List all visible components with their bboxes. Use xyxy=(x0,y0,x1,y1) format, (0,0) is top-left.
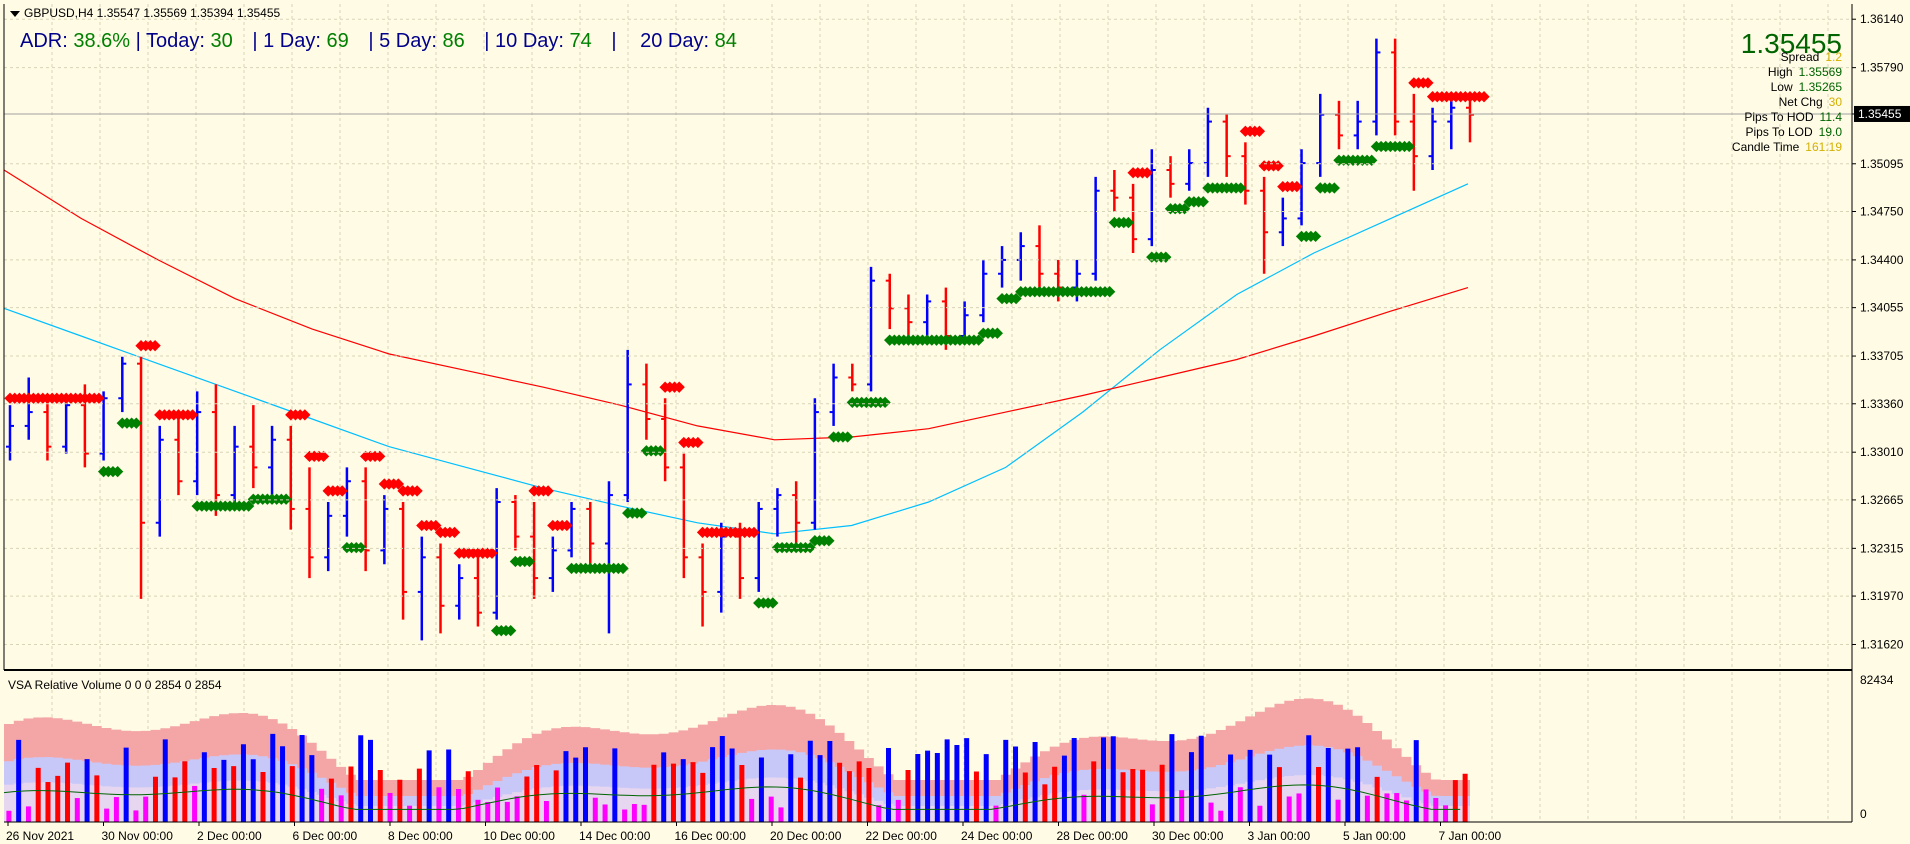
time-tick-label: 5 Jan 00:00 xyxy=(1343,829,1406,843)
price-tick-label: 1.32315 xyxy=(1860,541,1904,555)
d5-value: 86 xyxy=(442,30,465,52)
price-tick-label: 1.35790 xyxy=(1860,61,1904,75)
info-value: 11.4 xyxy=(1819,110,1842,124)
today-value: 30 xyxy=(210,30,233,52)
current-price-label: 1.35455 xyxy=(1858,107,1902,121)
symbol-text: GBPUSD,H4 1.35547 1.35569 1.35394 1.3545… xyxy=(24,6,281,20)
adr-value: 38.6% xyxy=(73,30,131,52)
time-tick-label: 30 Dec 00:00 xyxy=(1152,829,1224,843)
time-tick-label: 24 Dec 00:00 xyxy=(961,829,1033,843)
info-row: Spread 1.2 xyxy=(1781,50,1842,64)
time-tick-label: 20 Dec 00:00 xyxy=(770,829,842,843)
separator: | xyxy=(135,30,141,52)
volume-max-label: 82434 xyxy=(1860,673,1894,687)
d5-label: 5 Day: xyxy=(379,30,437,52)
info-label: Net Chg xyxy=(1778,95,1823,109)
adr-line: ADR: 38.6% | Today: 30 | 1 Day: 69 | 5 D… xyxy=(20,30,737,53)
time-tick-label: 6 Dec 00:00 xyxy=(293,829,358,843)
info-label: Spread xyxy=(1780,50,1820,64)
time-tick-label: 22 Dec 00:00 xyxy=(866,829,938,843)
vsa-label: VSA Relative Volume 0 0 0 2854 0 2854 xyxy=(8,678,222,692)
price-tick-label: 1.32665 xyxy=(1860,493,1904,507)
today-label: Today: xyxy=(146,30,205,52)
price-tick-label: 1.33360 xyxy=(1860,397,1904,411)
d10-value: 74 xyxy=(569,30,592,52)
info-row: Candle Time 161:19 xyxy=(1732,140,1842,154)
info-value: 161:19 xyxy=(1805,140,1842,154)
price-tick-label: 1.35095 xyxy=(1860,157,1904,171)
info-value: 30 xyxy=(1828,95,1842,109)
info-label: High xyxy=(1767,65,1793,79)
price-tick-label: 1.36140 xyxy=(1860,12,1904,26)
time-tick-label: 2 Dec 00:00 xyxy=(197,829,262,843)
d1-value: 69 xyxy=(326,30,349,52)
info-label: Pips To LOD xyxy=(1745,125,1813,139)
info-value: 1.35265 xyxy=(1798,80,1842,94)
d20-value: 84 xyxy=(714,30,737,52)
price-chart[interactable]: 1.36140 1.35790 1.35455 1.35095 1.34750 1.344… xyxy=(0,0,1910,844)
time-tick-label: 3 Jan 00:00 xyxy=(1248,829,1311,843)
price-tick-label: 1.34400 xyxy=(1860,253,1904,267)
price-tick-label: 1.34750 xyxy=(1860,205,1904,219)
price-tick-label: 1.33010 xyxy=(1860,445,1904,459)
d20-label: 20 Day: xyxy=(640,30,710,52)
symbol-header: GBPUSD,H4 1.35547 1.35569 1.35394 1.3545… xyxy=(10,6,280,20)
time-tick-label: 26 Nov 2021 xyxy=(6,829,74,843)
price-tick-label: 1.33705 xyxy=(1860,349,1904,363)
info-row: Low 1.35265 xyxy=(1771,80,1842,94)
time-tick-label: 30 Nov 00:00 xyxy=(102,829,174,843)
time-tick-label: 16 Dec 00:00 xyxy=(675,829,747,843)
volume-min-label: 0 xyxy=(1860,807,1867,821)
d1-label: 1 Day: xyxy=(263,30,321,52)
time-tick-label: 10 Dec 00:00 xyxy=(484,829,556,843)
time-tick-label: 28 Dec 00:00 xyxy=(1057,829,1129,843)
info-row: Net Chg 30 xyxy=(1779,95,1842,109)
adr-label: ADR: xyxy=(20,30,68,52)
info-label: Candle Time xyxy=(1731,140,1800,154)
price-tick-label: 1.31970 xyxy=(1860,589,1904,603)
info-row: Pips To LOD 19.0 xyxy=(1745,125,1842,139)
separator: | xyxy=(484,30,490,52)
separator: | xyxy=(611,30,617,52)
time-tick-label: 7 Jan 00:00 xyxy=(1439,829,1502,843)
time-tick-label: 14 Dec 00:00 xyxy=(579,829,651,843)
price-tick-label: 1.31620 xyxy=(1860,637,1904,651)
d10-label: 10 Day: xyxy=(495,30,564,52)
chart-background xyxy=(0,0,1910,844)
separator: | xyxy=(368,30,374,52)
dropdown-triangle-icon[interactable] xyxy=(10,10,20,17)
price-tick-label: 1.34055 xyxy=(1860,301,1904,315)
info-row: High 1.35569 xyxy=(1768,65,1842,79)
info-row: Pips To HOD 11.4 xyxy=(1744,110,1842,124)
info-label: Pips To HOD xyxy=(1744,110,1814,124)
separator: | xyxy=(252,30,258,52)
info-value: 1.2 xyxy=(1825,50,1842,64)
time-tick-label: 8 Dec 00:00 xyxy=(388,829,453,843)
info-label: Low xyxy=(1770,80,1793,94)
info-value: 19.0 xyxy=(1818,125,1842,139)
info-value: 1.35569 xyxy=(1798,65,1842,79)
volume-bars xyxy=(3,698,1470,822)
